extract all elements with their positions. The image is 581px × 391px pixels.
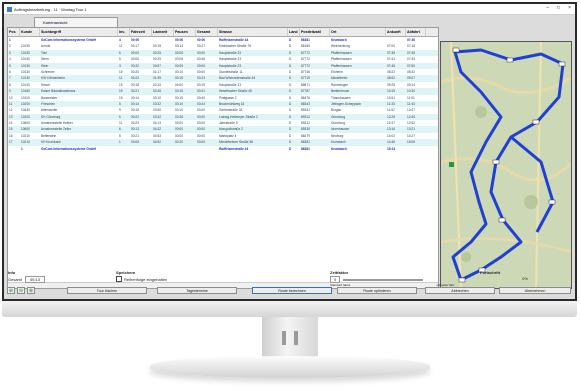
monitor-stand-neck [262, 317, 318, 357]
table-cell [152, 146, 174, 152]
column-header[interactable]: Ankunft [386, 28, 406, 36]
main-area: Pos Kunde Suchbegriff Inv. Fahrzeit Ladezeit P… [7, 27, 572, 289]
table-cell [130, 146, 152, 152]
minimize-icon[interactable]: – [546, 5, 549, 11]
reihenfolge-checkbox[interactable] [116, 276, 122, 282]
table-cell: 15:13 [387, 146, 396, 151]
column-header[interactable]: Gesamt [196, 28, 218, 36]
table-body: 1 GoCom Informationssysteme GmbH 4 00:00 00:… [8, 37, 438, 153]
table-cell [118, 146, 130, 152]
info-title: Info [8, 270, 16, 275]
maximize-icon[interactable]: □ [557, 5, 560, 11]
column-header[interactable]: Strasse [218, 28, 288, 36]
column-header[interactable]: Suchbegriff [40, 28, 118, 36]
gesamt-label: Gesamt [8, 277, 23, 282]
table-cell [8, 146, 20, 152]
zoom-fit-icon[interactable]: ⊗ [27, 287, 35, 294]
tagestermine-button[interactable]: Tagestermine [157, 287, 237, 294]
table-cell: Krumbach [331, 146, 347, 151]
column-header[interactable]: Postleitzahl [300, 28, 330, 36]
info-group: Info Gesamt 05:13 [8, 270, 108, 283]
speichern-title: Speichern [116, 270, 136, 275]
fortschritt-group: Fortschritt 0% [480, 270, 570, 281]
table-cell [196, 146, 218, 152]
window-controls: – □ × [546, 5, 571, 11]
column-header[interactable]: Inv. [118, 28, 130, 36]
table-cell [174, 146, 196, 152]
table-cell: 1 [21, 146, 23, 151]
route-map[interactable] [440, 41, 572, 289]
column-header[interactable]: Abfahrt [406, 28, 426, 36]
table-row[interactable]: 1 GoCom Informationssysteme GmbH Raiffeise… [8, 145, 438, 153]
window-titlebar: Auftragsbearbeitung - 11 · Montag Tour 1… [4, 4, 575, 15]
zeitfaktor-field[interactable]: 0 [330, 276, 341, 283]
table-header: Pos Kunde Suchbegriff Inv. Fahrzeit Ladezeit P… [8, 28, 438, 37]
gesamt-field: 05:13 [25, 276, 46, 283]
uebernehmen-button[interactable]: Übernehmen [499, 287, 571, 294]
column-header[interactable]: Pausen [174, 28, 196, 36]
table-cell: Raiffeisenstraße 44 [219, 146, 249, 151]
close-icon[interactable]: × [568, 5, 571, 11]
abbrechen-button[interactable]: Abbrechen [425, 287, 495, 294]
reihenfolge-label: Reihenfolge eingehalten [124, 276, 168, 282]
table-cell: D [289, 146, 292, 151]
map-svg [441, 42, 571, 288]
window-title: Auftragsbearbeitung - 11 · Montag Tour 1 [14, 6, 87, 12]
route-optimieren-button[interactable]: Route optimieren [337, 287, 417, 294]
column-header[interactable]: Ort [330, 28, 386, 36]
monitor-stand-base [150, 356, 430, 378]
zoom-in-icon[interactable]: ⊕ [7, 287, 15, 294]
table-cell: 86381 [301, 146, 310, 151]
speichern-group: Speichern Reihenfolge eingehalten [116, 270, 236, 282]
monitor-screen: Auftragsbearbeitung - 11 · Montag Tour 1… [2, 2, 577, 301]
fortschritt-title: Fortschritt [480, 270, 500, 275]
zoom-out-icon[interactable]: ⊖ [17, 287, 25, 294]
tour-loeschen-button[interactable]: Tour löschen [67, 287, 147, 294]
column-header[interactable]: Fahrzeit [130, 28, 152, 36]
column-header[interactable]: Ladezeit [152, 28, 174, 36]
monitor-bezel [2, 301, 577, 317]
column-header[interactable]: Pos [8, 28, 20, 36]
tab-kartenansicht[interactable]: Kartenansicht [34, 17, 118, 27]
column-header[interactable]: Kunde [20, 28, 40, 36]
tab-bar: Kartenansicht [4, 15, 575, 27]
fortschritt-value: 0% [522, 276, 528, 281]
button-row: ⊕ ⊖ ⊗ Tour löschen Tagestermine Route be… [7, 287, 572, 295]
zeitfaktor-group: Zeitfaktor 0 Standard faktor schneller f… [330, 270, 470, 287]
app-icon [7, 6, 12, 12]
zeitfaktor-slider[interactable] [343, 278, 424, 281]
route-berechnen-button[interactable]: Route berechnen [252, 287, 332, 294]
table-cell: GoCom Informationssysteme GmbH [41, 146, 96, 151]
table-cell [406, 146, 426, 152]
column-header[interactable]: Land [288, 28, 300, 36]
zeitfaktor-title: Zeitfaktor [330, 270, 349, 275]
tour-table: Pos Kunde Suchbegriff Inv. Fahrzeit Ladezeit P… [7, 27, 439, 289]
